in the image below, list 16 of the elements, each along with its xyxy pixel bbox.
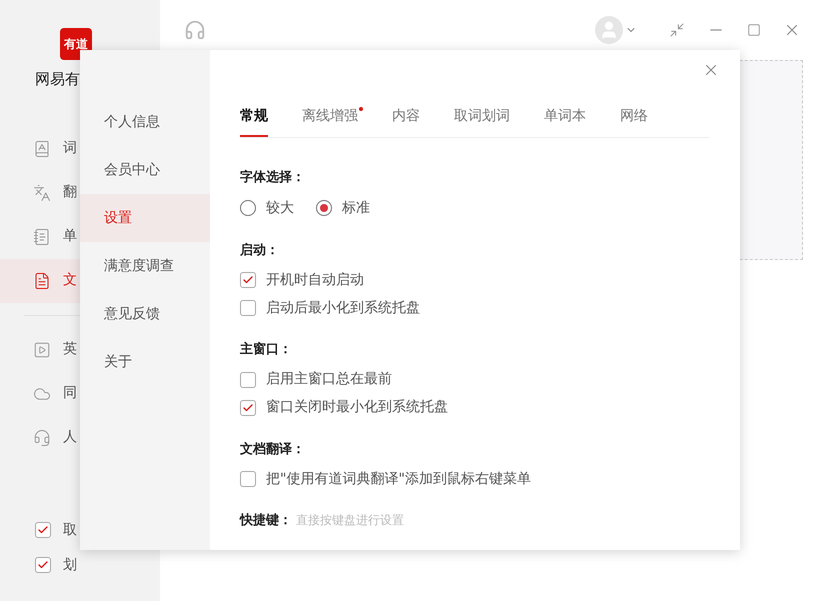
option-label: 较大 <box>266 198 294 218</box>
option-label: 启动后最小化到系统托盘 <box>266 298 420 318</box>
app-name: 网易有 <box>35 69 81 90</box>
shortcut-hint: 直接按键盘进行设置 <box>296 512 404 529</box>
toggle-label: 取 <box>63 520 77 540</box>
option-label: 窗口关闭时最小化到系统托盘 <box>266 398 448 417</box>
section-title: 字体选择： <box>240 168 306 187</box>
option-label: 开机时自动启动 <box>266 270 364 290</box>
section-title: 快捷键： <box>240 512 292 530</box>
option-label: 启用主窗口总在最前 <box>266 370 392 389</box>
option-label: 把"使用有道词典翻译"添加到鼠标右键菜单 <box>266 470 531 488</box>
toggle-label: 划 <box>63 556 77 574</box>
option-label: 标准 <box>342 198 370 218</box>
section-title: 主窗口： <box>240 340 293 359</box>
section-title: 文档翻译： <box>240 440 306 458</box>
section-title: 启动： <box>240 242 280 260</box>
